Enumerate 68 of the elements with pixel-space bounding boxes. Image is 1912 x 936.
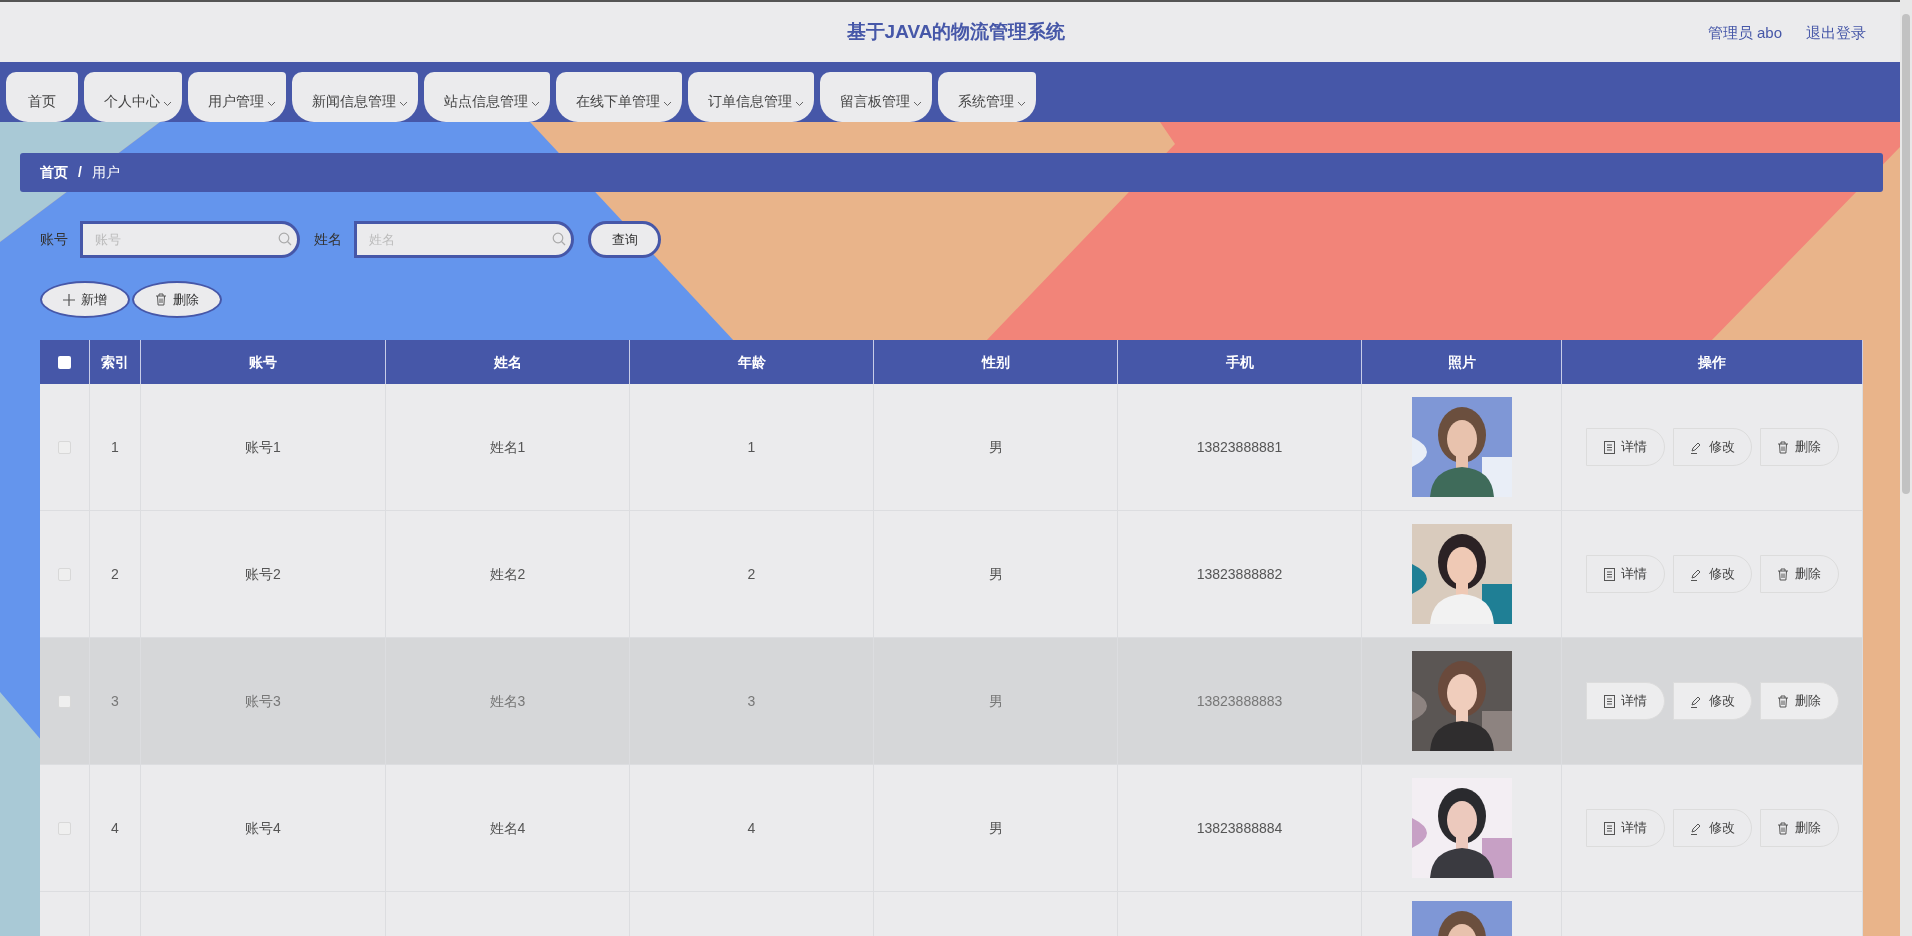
- table-cell-text: 1: [111, 437, 119, 457]
- table-cell-text: 男: [988, 564, 1003, 584]
- plus-icon: [63, 293, 75, 306]
- table-cell-text: 2: [111, 564, 119, 584]
- field-label: 账号: [40, 230, 68, 249]
- document-icon: [1603, 567, 1615, 581]
- table-cell-text: 13823888883: [1196, 691, 1283, 711]
- search-icon: [552, 232, 566, 246]
- table-cell-text: 3: [747, 691, 756, 711]
- field-label: 姓名: [314, 230, 342, 249]
- pencil-icon: [1689, 440, 1703, 454]
- nav-tab[interactable]: 首页: [6, 72, 78, 122]
- nav-tab[interactable]: 新闻信息管理: [292, 72, 418, 122]
- table-cell-text: 姓名1: [489, 437, 526, 457]
- table-cell-text: 13823888884: [1196, 818, 1283, 838]
- trash-icon: [1777, 694, 1789, 708]
- pencil-icon: [1689, 821, 1703, 835]
- pencil-icon: [1689, 694, 1703, 708]
- nav-tab[interactable]: 用户管理: [188, 72, 286, 122]
- nav-tab[interactable]: 个人中心: [84, 72, 182, 122]
- trash-icon: [155, 293, 167, 306]
- document-icon: [1603, 694, 1615, 708]
- table-cell-text: 姓名4: [489, 818, 526, 838]
- breadcrumb-item: 用户: [91, 163, 120, 182]
- table-cell-text: 账号1: [245, 437, 281, 457]
- row-checkbox[interactable]: [58, 694, 71, 708]
- user-label: 管理员 abo: [1707, 23, 1782, 43]
- trash-icon: [1777, 821, 1789, 835]
- edit-button[interactable]: 修改: [1672, 682, 1752, 720]
- detail-button[interactable]: 详情: [1585, 682, 1665, 720]
- trash-icon: [1777, 567, 1789, 581]
- table-cell-text: 3: [111, 691, 119, 711]
- nav-tab[interactable]: 系统管理: [938, 72, 1036, 122]
- pencil-icon: [1689, 567, 1703, 581]
- table-cell-text: 男: [988, 437, 1003, 457]
- table-cell-text: 13823888881: [1196, 437, 1283, 457]
- select-all-checkbox[interactable]: [58, 355, 71, 369]
- table-cell-text: 1: [747, 437, 756, 457]
- table-cell-text: 账号2: [245, 564, 281, 584]
- table-cell-text: 姓名2: [489, 564, 526, 584]
- table-cell-text: 姓名3: [489, 691, 526, 711]
- table-cell-text: 账号4: [245, 818, 281, 838]
- nav-tab[interactable]: 在线下单管理: [556, 72, 682, 122]
- table-cell-text: 男: [988, 691, 1003, 711]
- trash-icon: [1777, 440, 1789, 454]
- document-icon: [1603, 440, 1615, 454]
- query-button[interactable]: 查询: [588, 221, 661, 258]
- breadcrumb-separator: /: [78, 163, 82, 182]
- table-row[interactable]: 3 账号3 姓名3 3 男 13823888883 详情 修改 删除: [40, 638, 1863, 765]
- table-cell-text: 男: [988, 818, 1003, 838]
- nav-tab[interactable]: 留言板管理: [820, 72, 932, 122]
- logout-link[interactable]: 退出登录: [1806, 22, 1866, 45]
- scrollbar[interactable]: [1900, 0, 1912, 936]
- document-icon: [1603, 821, 1615, 835]
- app-title: 基于JAVA的物流管理系统: [846, 19, 1066, 44]
- delete-button[interactable]: 删除: [1759, 682, 1839, 720]
- table-cell-text: 13823888882: [1196, 564, 1283, 584]
- table-cell-text: 2: [747, 564, 756, 584]
- table-cell-text: 4: [111, 818, 119, 838]
- breadcrumb-item[interactable]: 首页: [40, 162, 68, 183]
- table-row[interactable]: 4 账号4 姓名4 4 男 13823888884 详情 修改 删除: [40, 765, 1863, 892]
- nav-tab[interactable]: 站点信息管理: [424, 72, 550, 122]
- table-row[interactable]: 1 账号1 姓名1 1 男 13823888881 详情 修改 删除: [40, 384, 1863, 511]
- search-icon: [278, 232, 292, 246]
- nav-tab[interactable]: 订单信息管理: [688, 72, 814, 122]
- table-cell-text: 4: [747, 818, 756, 838]
- table-row[interactable]: 2 账号2 姓名2 2 男 13823888882 详情 修改 删除: [40, 511, 1863, 638]
- table-cell-text: 账号3: [245, 691, 281, 711]
